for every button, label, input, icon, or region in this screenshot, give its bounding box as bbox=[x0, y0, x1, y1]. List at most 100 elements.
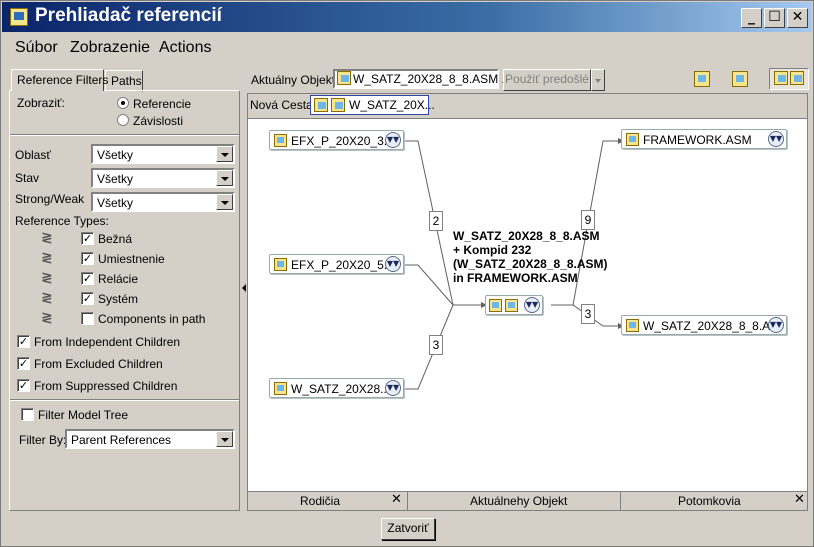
oblast-value: Všetky bbox=[97, 148, 134, 162]
check-components-in-path[interactable] bbox=[81, 312, 94, 325]
filter-by-select[interactable]: Parent References bbox=[65, 429, 235, 449]
child-node-label: W_SATZ_20X28_8_8.A... bbox=[643, 319, 781, 333]
from-suppressed-label: From Suppressed Children bbox=[34, 379, 178, 393]
ref-type-icon: ≷ bbox=[41, 270, 53, 286]
ref-type-icon: ≷ bbox=[41, 290, 53, 306]
title-bar[interactable]: Prehliadač referencií _ ☐ ✕ bbox=[2, 2, 812, 32]
divider bbox=[10, 134, 239, 136]
filter-model-tree-label: Filter Model Tree bbox=[38, 408, 129, 422]
parent-node-label: W_SATZ_20X28.... bbox=[291, 382, 394, 396]
column-header-bar: Rodičia ✕ Aktuálnehy Objekt Potomkovia ✕ bbox=[248, 491, 807, 511]
close-icon[interactable]: ✕ bbox=[794, 492, 805, 507]
child-node-label: FRAMEWORK.ASM bbox=[643, 133, 752, 147]
expand-icon[interactable]: ▼▼ bbox=[385, 132, 401, 148]
check-umiestnenie[interactable]: ✓ bbox=[81, 252, 94, 265]
current-object-node-label: W_SATZ_20X28_8_8.ASM + Kompid 232 (W_SAT… bbox=[453, 229, 608, 285]
ref-type-components-in-path: Components in path bbox=[98, 312, 206, 326]
parent-count-badge: 2 bbox=[429, 211, 443, 231]
close-window-button[interactable]: ✕ bbox=[787, 8, 808, 28]
radio-referencie-label: Referencie bbox=[133, 97, 192, 111]
expand-icon[interactable]: ▼▼ bbox=[524, 297, 540, 313]
check-filter-model-tree[interactable] bbox=[21, 408, 34, 421]
radio-referencie[interactable] bbox=[117, 97, 129, 109]
current-object-value: W_SATZ_20X28_8_8.ASM ... bbox=[353, 72, 512, 86]
chevron-down-icon[interactable] bbox=[216, 170, 233, 186]
strongweak-label: Strong/Weak bbox=[15, 192, 85, 206]
minimize-button[interactable]: _ bbox=[741, 8, 762, 28]
check-relacie[interactable]: ✓ bbox=[81, 272, 94, 285]
show-children-icon[interactable] bbox=[732, 71, 748, 87]
assembly-icon bbox=[337, 71, 351, 85]
tab-reference-filters[interactable]: Reference Filters bbox=[11, 69, 108, 91]
check-from-excluded[interactable]: ✓ bbox=[17, 357, 30, 370]
tab-paths[interactable]: Paths bbox=[105, 70, 143, 92]
parent-node-label: EFX_P_20X20_3.... bbox=[291, 134, 398, 148]
child-count-badge: 3 bbox=[581, 304, 595, 324]
ref-type-relacie: Relácie bbox=[98, 272, 139, 286]
child-count-badge: 9 bbox=[581, 210, 595, 230]
filter-by-label: Filter By: bbox=[19, 433, 67, 447]
chevron-down-icon bbox=[595, 79, 601, 83]
oblast-select[interactable]: Všetky bbox=[91, 144, 235, 164]
ref-type-icon: ≷ bbox=[41, 310, 53, 326]
path-value: W_SATZ_20X... bbox=[349, 98, 435, 112]
close-dialog-button[interactable]: Zatvoriť bbox=[381, 518, 435, 540]
maximize-button[interactable]: ☐ bbox=[764, 8, 785, 28]
check-system[interactable]: ✓ bbox=[81, 292, 94, 305]
current-object-field[interactable]: W_SATZ_20X28_8_8.ASM ... bbox=[333, 69, 512, 89]
check-from-independent[interactable]: ✓ bbox=[17, 335, 30, 348]
show-parents-icon[interactable] bbox=[694, 71, 710, 87]
child-node[interactable]: FRAMEWORK.ASM ▼▼ bbox=[621, 129, 787, 149]
radio-zavislosti[interactable] bbox=[117, 114, 129, 126]
divider bbox=[10, 399, 239, 401]
parent-node-label: EFX_P_20X20_5.... bbox=[291, 258, 398, 272]
expand-icon[interactable]: ▼▼ bbox=[768, 131, 784, 147]
menu-subor[interactable]: Súbor bbox=[15, 39, 58, 57]
assembly-icon bbox=[274, 134, 287, 147]
parent-count-badge: 3 bbox=[429, 335, 443, 355]
close-icon[interactable]: ✕ bbox=[391, 492, 402, 507]
chevron-down-icon[interactable] bbox=[216, 431, 233, 447]
expand-icon[interactable]: ▼▼ bbox=[768, 317, 784, 333]
assembly-icon bbox=[489, 299, 502, 312]
expand-icon[interactable]: ▼▼ bbox=[385, 380, 401, 396]
current-object-node[interactable]: ▼▼ bbox=[485, 295, 543, 315]
path-box[interactable]: W_SATZ_20X... bbox=[310, 95, 435, 115]
parent-node[interactable]: EFX_P_20X20_5.... ▼▼ bbox=[269, 254, 404, 274]
assembly-icon bbox=[626, 319, 639, 332]
chevron-down-icon[interactable] bbox=[216, 146, 233, 162]
assembly-icon bbox=[314, 98, 328, 112]
show-both-toggle[interactable] bbox=[769, 68, 809, 90]
menu-actions[interactable]: Actions bbox=[159, 39, 211, 57]
assembly-icon bbox=[626, 133, 639, 146]
ref-type-umiestnenie: Umiestnenie bbox=[98, 252, 165, 266]
stav-select[interactable]: Všetky bbox=[91, 168, 235, 188]
chevron-down-icon[interactable] bbox=[216, 194, 233, 210]
parent-node[interactable]: EFX_P_20X20_3.... ▼▼ bbox=[269, 130, 404, 150]
use-previous-dropdown[interactable] bbox=[591, 69, 605, 91]
parent-node[interactable]: W_SATZ_20X28.... ▼▼ bbox=[269, 378, 404, 398]
check-bezna[interactable]: ✓ bbox=[81, 232, 94, 245]
column-potomkovia: Potomkovia bbox=[678, 494, 741, 508]
ref-type-icon: ≷ bbox=[41, 230, 53, 246]
strongweak-select[interactable]: Všetky bbox=[91, 192, 235, 212]
ref-type-bezna: Bežná bbox=[98, 232, 133, 246]
menu-zobrazenie[interactable]: Zobrazenie bbox=[70, 39, 150, 57]
window-title: Prehliadač referencií bbox=[35, 5, 222, 26]
collapse-panel-icon[interactable] bbox=[242, 284, 246, 292]
column-divider bbox=[407, 492, 408, 511]
use-previous-button[interactable]: Použiť predošlé bbox=[503, 69, 591, 91]
expand-icon[interactable]: ▼▼ bbox=[385, 256, 401, 272]
show-both-icon bbox=[774, 71, 788, 85]
stav-label: Stav bbox=[15, 171, 40, 185]
menu-bar: Súbor Zobrazenie Actions bbox=[2, 34, 812, 62]
path-label: Nová Cesta: bbox=[250, 98, 317, 112]
child-node[interactable]: W_SATZ_20X28_8_8.A... ▼▼ bbox=[621, 315, 787, 335]
assembly-icon bbox=[274, 258, 287, 271]
ref-type-icon: ≷ bbox=[41, 250, 53, 266]
radio-zavislosti-label: Závislosti bbox=[133, 114, 184, 128]
strongweak-value: Všetky bbox=[97, 196, 134, 210]
check-from-suppressed[interactable]: ✓ bbox=[17, 379, 30, 392]
column-aktualny: Aktuálnehy Objekt bbox=[470, 494, 568, 508]
filter-by-value: Parent References bbox=[71, 433, 172, 447]
